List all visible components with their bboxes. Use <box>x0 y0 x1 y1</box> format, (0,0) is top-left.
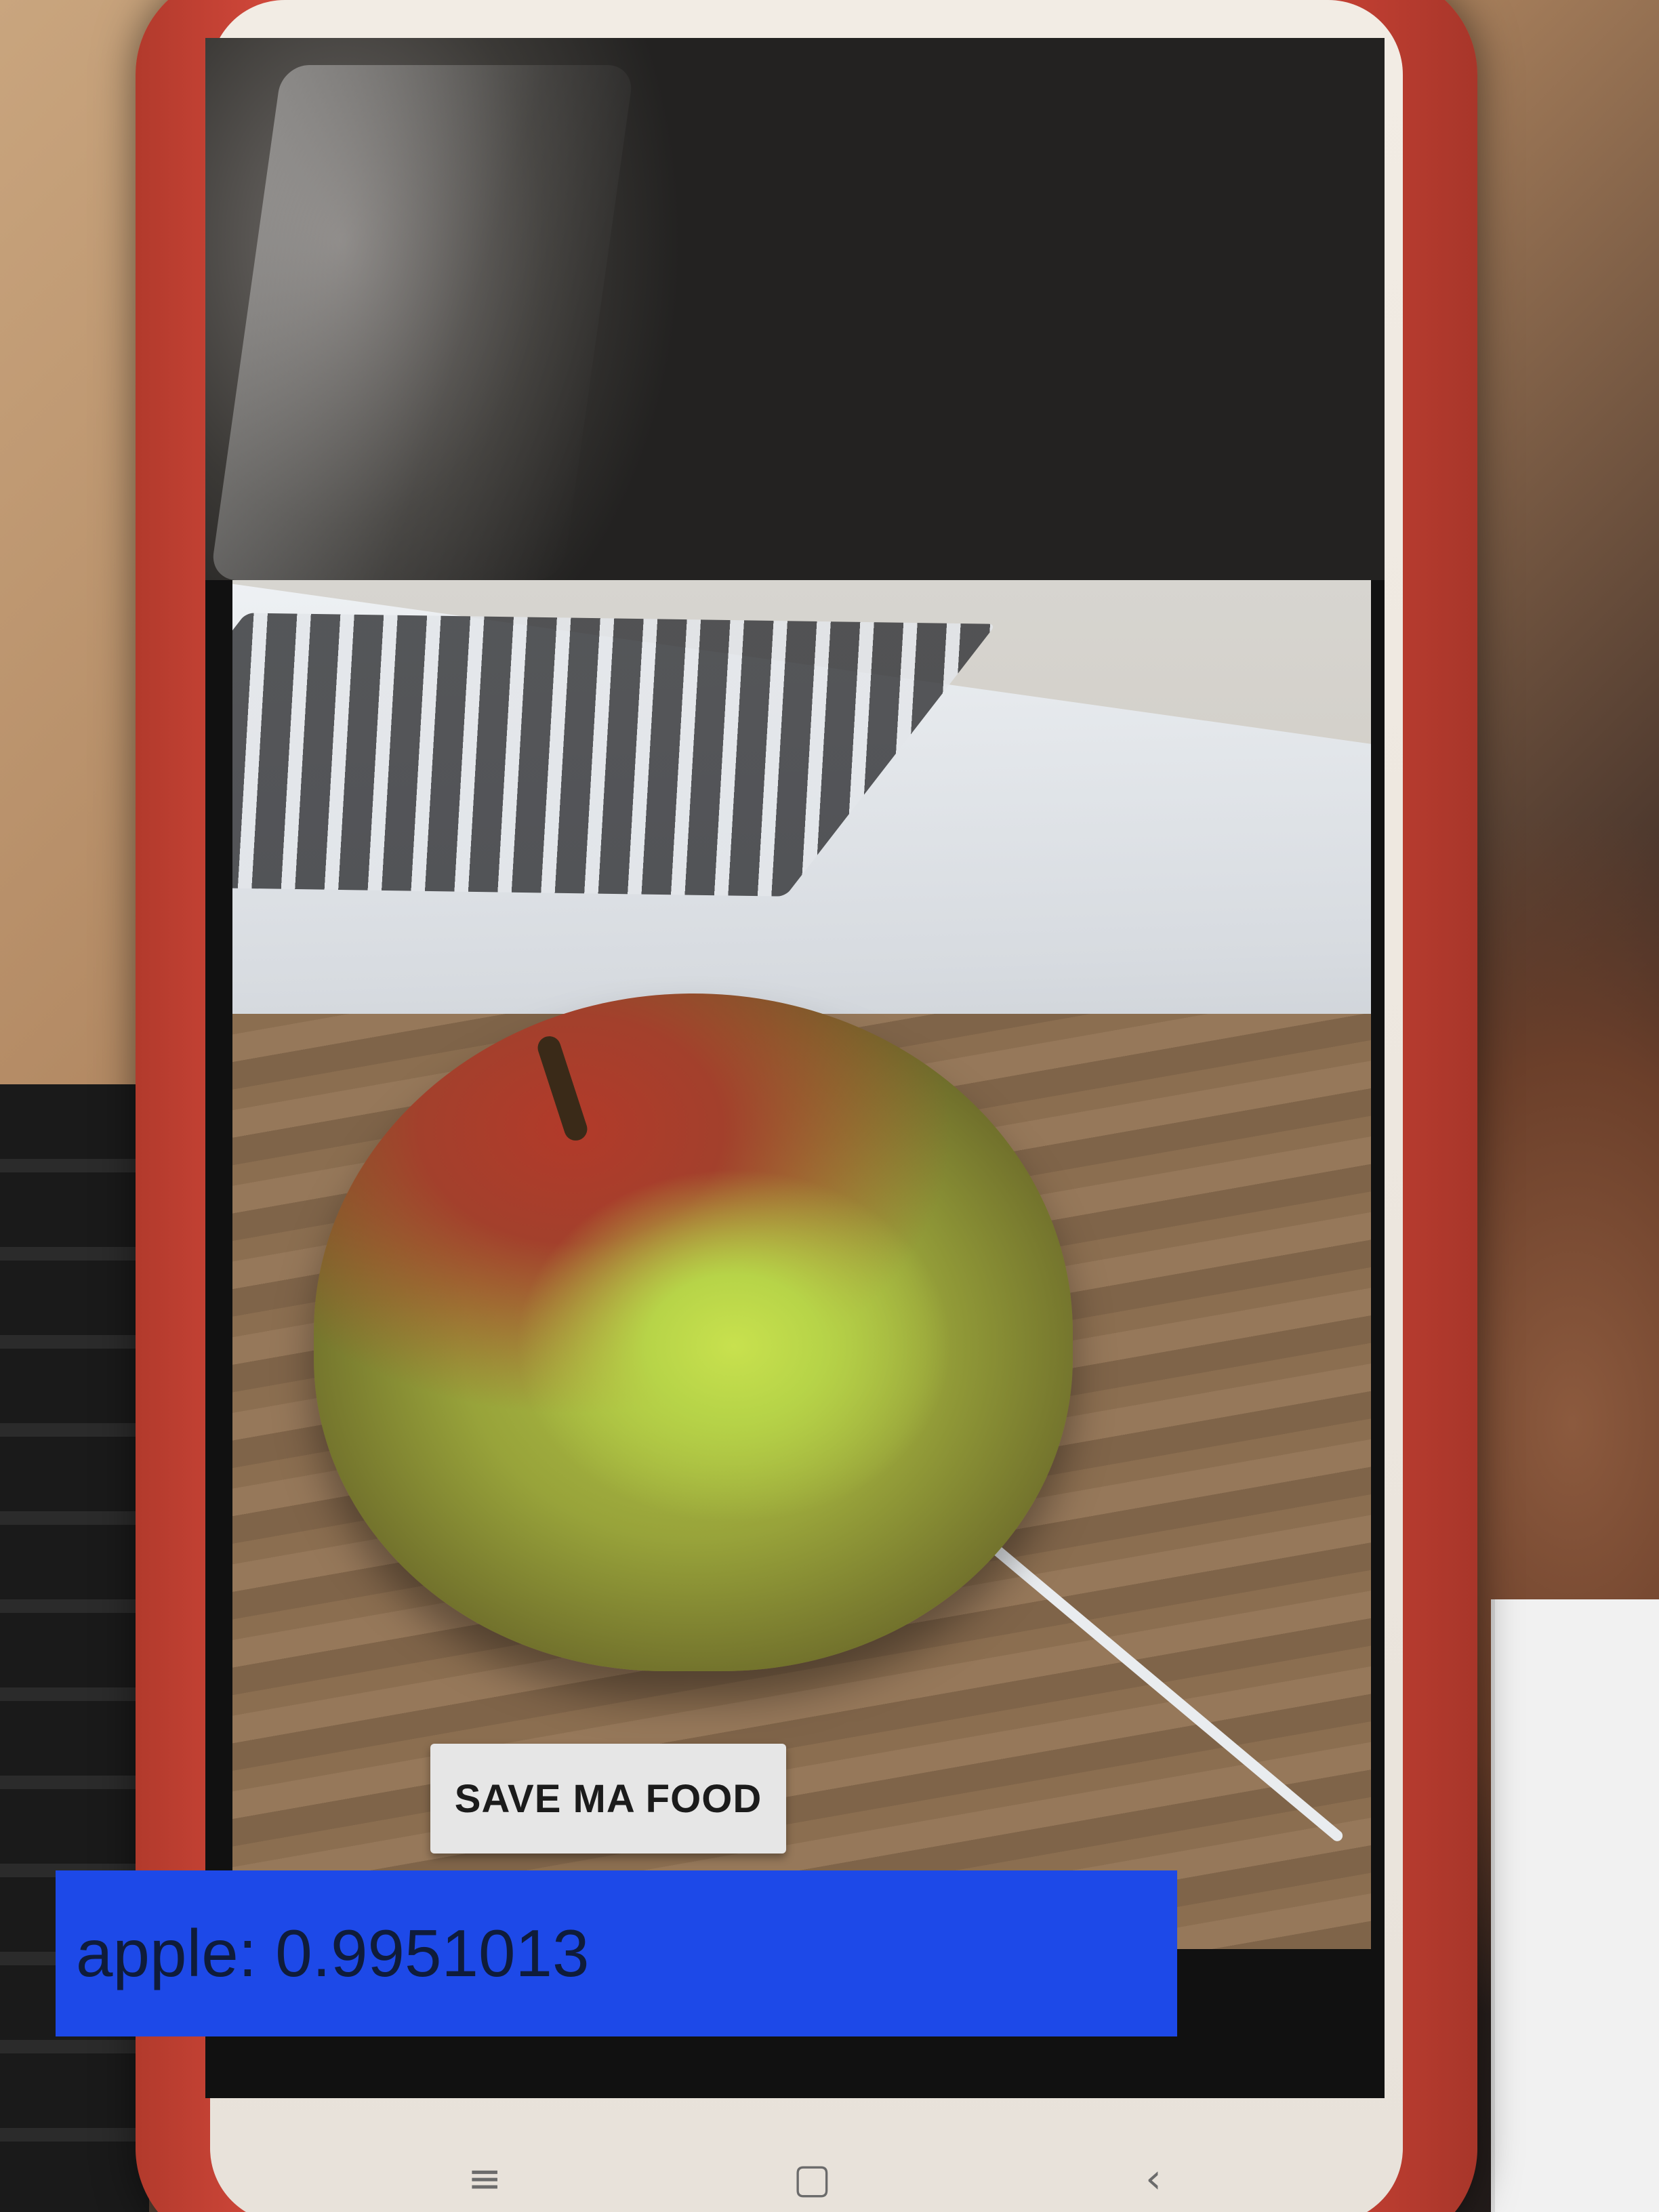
captured-image <box>232 580 1371 1949</box>
menu-icon[interactable]: ≡ <box>468 2155 515 2203</box>
background-sticker-card <box>1491 1599 1659 2212</box>
background-keyboard <box>0 1084 149 2212</box>
home-icon[interactable]: ▢ <box>793 2155 840 2203</box>
prediction-label: apple: 0.9951013 <box>76 1916 590 1990</box>
result-bar: apple: 0.9951013 <box>56 1870 1177 2036</box>
back-icon[interactable]: ‹ <box>1145 2155 1193 2203</box>
save-food-button[interactable]: SAVE MA FOOD <box>430 1744 786 1853</box>
camera-preview <box>205 38 1385 2098</box>
preview-top-region <box>205 38 1385 580</box>
apple-stem <box>535 1033 590 1144</box>
laptop-keyboard <box>232 613 997 897</box>
apple-image <box>314 994 1073 1671</box>
screen-glare <box>209 65 635 580</box>
photo-scene: SAVE MA FOOD apple: 0.9951013 ≡ ▢ ‹ <box>0 0 1659 2212</box>
phone-screen <box>205 38 1385 2098</box>
